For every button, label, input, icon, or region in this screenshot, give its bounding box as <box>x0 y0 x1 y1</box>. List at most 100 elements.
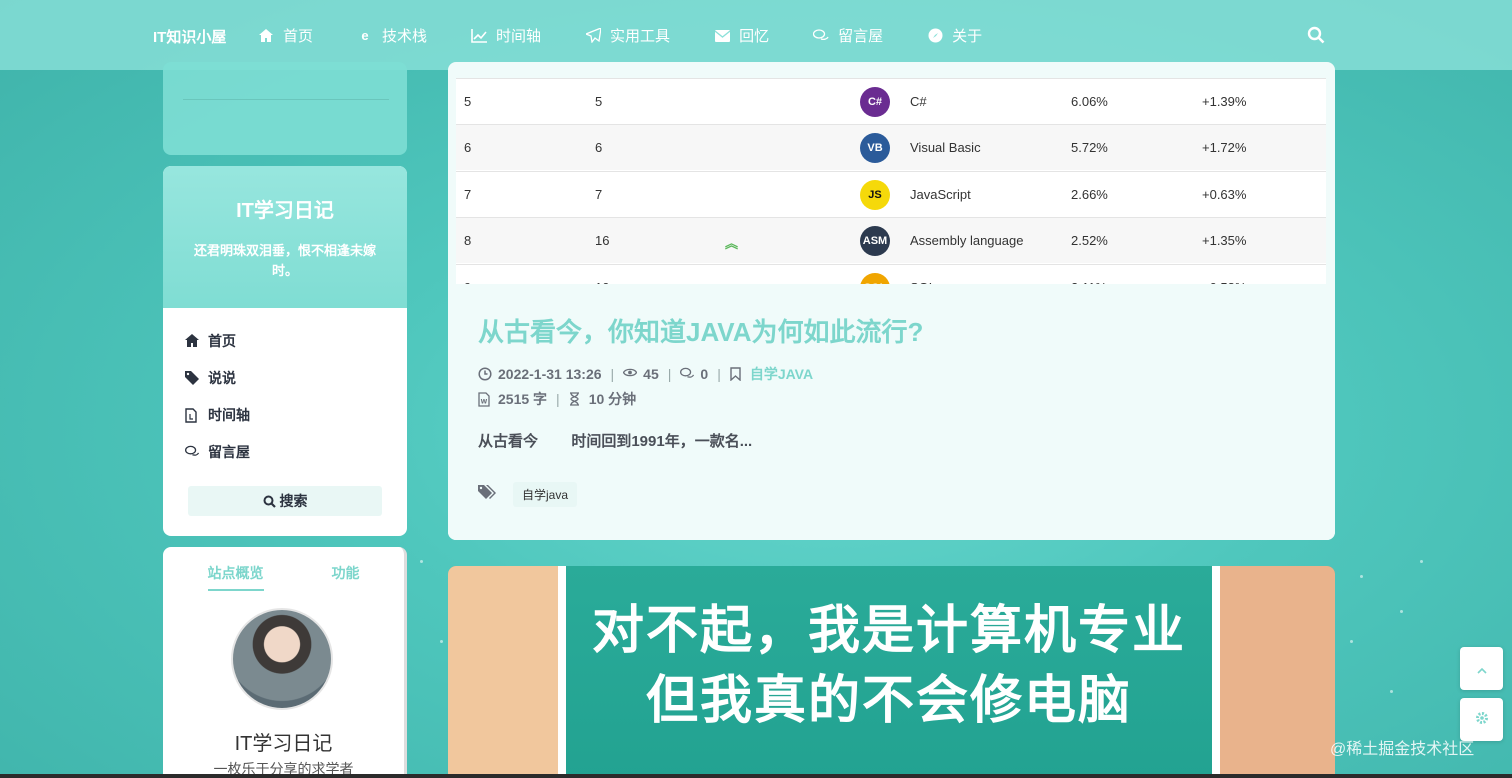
bookmark-icon <box>730 367 744 381</box>
prev-rank-cell: 5 <box>595 94 603 109</box>
tags-icon <box>478 484 497 505</box>
table-row: 5 5 C# 6.06% +1.39% C# <box>456 78 1326 124</box>
sidebar-search-button[interactable]: 搜索 <box>188 486 382 516</box>
search-icon <box>263 495 276 508</box>
post-card: 5 5 C# 6.06% +1.39% C# 6 6 Visual Basic 5.72% +1.7… <box>448 62 1335 540</box>
post-word-count: 2515 字 <box>498 391 548 407</box>
tab-functions[interactable]: 功能 <box>332 563 360 591</box>
meta-separator: | <box>667 366 672 382</box>
sidebar-menu: 首页 说说 时间轴 留言屋 <box>163 308 407 470</box>
banner-line-1: 对不起，我是计算机专业 <box>591 602 1186 660</box>
home-icon <box>185 333 199 348</box>
back-to-top-button[interactable] <box>1460 647 1503 690</box>
nav-item-label: 实用工具 <box>610 28 671 45</box>
post-excerpt: 从古看今 时间回到1991年，一款名... <box>478 433 753 450</box>
sidebar-item-guestbook[interactable]: 留言屋 <box>163 433 407 470</box>
comments-icon <box>680 367 695 381</box>
comments-icon <box>185 445 199 459</box>
banner-frame <box>558 566 566 778</box>
language-logo-icon: SQL <box>860 272 890 284</box>
change-cell: +1.35% <box>1202 233 1247 249</box>
nav-item-label: 回忆 <box>739 28 770 45</box>
rank-cell: 6 <box>464 140 472 156</box>
sidebar-site-overview: 站点概览 功能 IT学习日记 一枚乐于分享的求学者 <box>163 547 407 778</box>
compass-icon <box>927 28 943 44</box>
home-icon <box>258 28 274 44</box>
change-cell: +1.72% <box>1202 140 1247 156</box>
clock-icon <box>478 367 492 381</box>
rating-cell: 2.52% <box>1071 233 1108 249</box>
post-tags: 自学java <box>478 482 578 507</box>
language-cell: JavaScript <box>910 186 971 202</box>
language-ranking-table: 5 5 C# 6.06% +1.39% C# 6 6 Visual Basic 5.72% +1.7… <box>456 78 1326 284</box>
banner-line-2: 但我真的不会修电脑 <box>645 672 1132 730</box>
post-category-link[interactable]: 自学JAVA <box>750 364 813 384</box>
language-cell: Assembly language <box>910 233 1024 249</box>
rank-cell: 8 <box>464 233 472 249</box>
watermark: @稀土掘金技术社区 <box>1330 741 1475 758</box>
post-meta-row-1: 2022-1-31 13:26 | 45 | 0 | 自学JAVA <box>478 364 813 384</box>
profile-header: IT学习日记 还君明珠双泪垂，恨不相逢未嫁时。 <box>163 166 407 308</box>
eye-icon <box>623 367 638 381</box>
window-bottom-edge <box>0 774 1512 778</box>
prev-rank-cell: 7 <box>595 186 603 202</box>
sidebar-item-label: 时间轴 <box>208 406 250 423</box>
nav-item-tech-stack[interactable]: e 技术栈 <box>357 25 427 46</box>
nav-item-memories[interactable]: 回忆 <box>714 25 769 46</box>
line-chart-icon <box>471 28 488 44</box>
rating-cell: 5.72% <box>1071 140 1108 156</box>
language-logo-icon: C# <box>860 87 890 117</box>
overview-tabs: 站点概览 功能 <box>163 547 404 591</box>
sidebar-item-shuoshuo[interactable]: 说说 <box>163 359 407 396</box>
table-row: 8 16 Assembly language 2.52% +1.35% ︽ ASM <box>456 217 1326 264</box>
profile-motto: 还君明珠双泪垂，恨不相逢未嫁时。 <box>193 243 376 278</box>
table-row: 6 6 Visual Basic 5.72% +1.72% VB <box>456 124 1326 171</box>
change-cell: +0.63% <box>1202 186 1247 202</box>
edge-e-icon: e <box>361 28 369 43</box>
file-icon <box>185 407 199 423</box>
table-row: 7 7 JavaScript 2.66% +0.63% JS <box>456 170 1326 217</box>
meta-separator: | <box>610 366 615 382</box>
post-date: 2022-1-31 13:26 <box>498 366 602 382</box>
language-logo-icon: ASM <box>860 226 890 257</box>
search-label: 搜索 <box>279 493 308 509</box>
cartoon-face-left <box>448 566 558 778</box>
sidebar-item-home[interactable]: 首页 <box>163 322 407 359</box>
site-name: IT学习日记 <box>234 733 333 755</box>
post-views: 45 <box>643 366 659 382</box>
brand-logo[interactable]: IT知识小屋 <box>153 26 226 47</box>
double-up-icon: ︽ <box>725 236 739 252</box>
nav-item-label: 留言屋 <box>838 28 884 45</box>
sidebar-item-timeline[interactable]: 时间轴 <box>163 396 407 433</box>
language-logo-icon: VB <box>860 133 890 164</box>
post-comments: 0 <box>700 366 709 382</box>
prev-rank-cell: 16 <box>595 233 610 249</box>
rating-cell: 6.06% <box>1071 94 1108 109</box>
divider <box>183 99 389 100</box>
tag-link[interactable]: 自学java <box>513 482 578 507</box>
comments-icon <box>813 28 829 44</box>
nav-item-tools[interactable]: 实用工具 <box>585 25 670 46</box>
sidebar-widget-top <box>163 62 407 155</box>
nav-item-about[interactable]: 关于 <box>927 25 982 46</box>
nav-item-home[interactable]: 首页 <box>258 25 313 46</box>
language-logo-icon: JS <box>860 179 890 210</box>
nav-item-label: 技术栈 <box>382 28 428 45</box>
prev-rank-cell: 6 <box>595 140 603 156</box>
banner-frame <box>1212 566 1220 778</box>
meta-separator: | <box>717 366 721 382</box>
hourglass-icon <box>569 392 583 406</box>
chevron-up-icon <box>1476 661 1487 677</box>
sidebar-item-label: 留言屋 <box>208 443 250 460</box>
search-icon[interactable] <box>1307 26 1325 44</box>
nav-menu: 首页 e 技术栈 时间轴 实用工具 回忆 留言屋 关于 <box>258 25 1026 46</box>
rank-cell: 5 <box>464 94 472 109</box>
tab-site-overview[interactable]: 站点概览 <box>207 563 264 591</box>
change-cell: +1.39% <box>1202 94 1247 109</box>
nav-item-timeline[interactable]: 时间轴 <box>471 25 541 46</box>
nav-item-label: 首页 <box>283 28 314 45</box>
sidebar-item-label: 首页 <box>208 332 236 349</box>
nav-item-guestbook[interactable]: 留言屋 <box>813 25 883 46</box>
post-cover-banner[interactable]: 对不起，我是计算机专业 但我真的不会修电脑 <box>448 566 1335 778</box>
post-title[interactable]: 从古看今，你知道JAVA为何如此流行? <box>478 312 923 349</box>
